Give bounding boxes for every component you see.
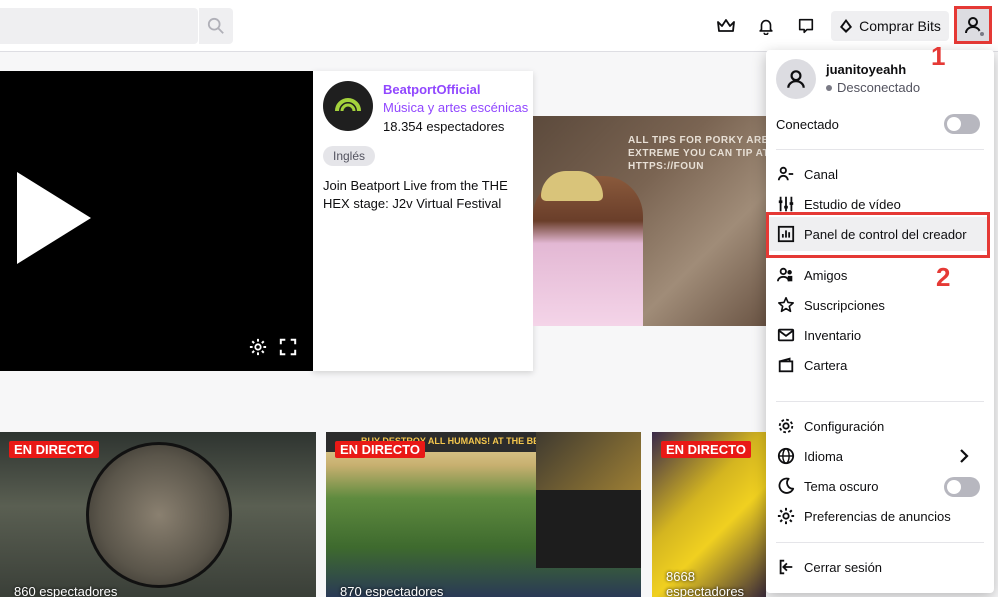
offline-status-dot: [978, 30, 986, 38]
menu-item-settings[interactable]: Configuración: [776, 412, 984, 440]
wallet-icon: [776, 355, 796, 375]
carousel-side-thumbnail[interactable]: ALL TIPS FOR PORKY ARE EXTREME YOU CAN T…: [533, 116, 766, 326]
star-icon: [776, 295, 796, 315]
featured-channel-info: BeatportOfficial Música y artes escénica…: [313, 71, 533, 371]
live-badge: EN DIRECTO: [661, 441, 751, 458]
menu-username: juanitoyeahh: [826, 62, 907, 77]
menu-item-language[interactable]: Idioma: [776, 442, 984, 470]
category-link[interactable]: Música y artes escénicas: [383, 100, 528, 115]
menu-item-label: Canal: [804, 166, 838, 182]
user-avatar-icon: [787, 70, 805, 88]
menu-item-label: Preferencias de anuncios: [804, 508, 951, 524]
menu-item-label: Cartera: [804, 357, 848, 373]
friends-icon: [776, 265, 796, 285]
search-button[interactable]: [199, 8, 233, 44]
menu-item-subscriptions[interactable]: Suscripciones: [776, 291, 984, 319]
language-tag[interactable]: Inglés: [323, 146, 376, 166]
user-menu-button[interactable]: [954, 6, 992, 44]
menu-item-label: Cerrar sesión: [804, 559, 883, 575]
menu-divider: [776, 149, 984, 150]
stream-description: Join Beatport Live from the THE HEX stag…: [323, 178, 508, 211]
menu-item-label: Configuración: [804, 418, 885, 434]
channel-logo[interactable]: [323, 81, 373, 131]
game-info-panel: [536, 490, 641, 568]
menu-status: Desconectado: [826, 80, 920, 95]
status-dot: [826, 84, 832, 91]
chat-bubble-icon: [798, 18, 814, 34]
player-settings-button[interactable]: [248, 337, 268, 357]
buy-bits-button[interactable]: Comprar Bits: [831, 11, 949, 41]
search-input[interactable]: [0, 8, 198, 44]
prime-crown-button[interactable]: [711, 12, 741, 40]
menu-item-wallet[interactable]: Cartera: [776, 351, 984, 379]
crown-icon: [717, 19, 735, 32]
notifications-button[interactable]: [751, 12, 781, 40]
status-text: Desconectado: [837, 80, 921, 95]
live-stream-card[interactable]: BUY DESTROY ALL HUMANS! AT THE BEST PRIC…: [326, 432, 641, 597]
fullscreen-icon: [279, 338, 297, 356]
moon-icon: [776, 476, 796, 496]
channel-icon: [776, 164, 796, 184]
user-dropdown-menu: juanitoyeahh Desconectado Conectado Cana…: [766, 50, 994, 593]
bell-icon: [759, 19, 773, 35]
menu-divider: [776, 542, 984, 543]
bits-gem-icon: [840, 19, 853, 33]
menu-item-label: Amigos: [804, 267, 848, 283]
menu-avatar: [776, 59, 816, 99]
search-box: [0, 8, 198, 44]
gear-icon: [249, 338, 267, 356]
game-box-art: [536, 432, 641, 490]
annotation-step-1: 1: [931, 41, 946, 71]
play-icon[interactable]: [17, 172, 91, 264]
live-badge: EN DIRECTO: [335, 441, 425, 458]
menu-item-label: Estudio de vídeo: [804, 196, 901, 212]
logout-icon: [776, 557, 796, 577]
video-studio-icon: [776, 194, 796, 214]
live-stream-card[interactable]: EN DIRECTO 8668 espectadores: [652, 432, 766, 597]
online-status-toggle[interactable]: [944, 114, 980, 134]
menu-item-ad-preferences[interactable]: Preferencias de anuncios: [776, 502, 984, 530]
viewer-count: 18.354 espectadores: [383, 119, 505, 134]
inventory-icon: [776, 325, 796, 345]
fullscreen-button[interactable]: [278, 337, 298, 357]
live-badge: EN DIRECTO: [9, 441, 99, 458]
menu-divider: [776, 401, 984, 402]
chevron-right-icon: [960, 449, 969, 463]
card-viewer-count: 860 espectadores: [14, 584, 118, 597]
menu-item-label: Suscripciones: [804, 297, 885, 313]
connected-label: Conectado: [776, 116, 839, 132]
channel-name-link[interactable]: BeatportOfficial: [383, 82, 481, 97]
beatport-logo-icon: [335, 98, 361, 112]
annotation-step-2: 2: [936, 262, 951, 292]
stream-overlay-text: ALL TIPS FOR PORKY ARE EXTREME YOU CAN T…: [628, 135, 766, 172]
card-viewer-count: 8668 espectadores: [666, 569, 745, 597]
dark-theme-toggle[interactable]: [944, 477, 980, 497]
card-viewer-count: 870 espectadores: [340, 584, 444, 597]
top-navigation-bar: Comprar Bits: [0, 0, 998, 52]
live-stream-card[interactable]: EN DIRECTO 860 espectadores: [0, 432, 316, 597]
menu-item-friends[interactable]: Amigos: [776, 261, 984, 289]
ad-preferences-icon: [776, 506, 796, 526]
globe-icon: [776, 446, 796, 466]
menu-item-label: Tema oscuro: [804, 478, 879, 494]
whispers-button[interactable]: [791, 12, 821, 40]
menu-item-inventory[interactable]: Inventario: [776, 321, 984, 349]
search-icon: [207, 17, 224, 34]
gear-icon: [776, 416, 796, 436]
menu-item-label: Inventario: [804, 327, 862, 343]
menu-item-canal[interactable]: Canal: [776, 160, 984, 188]
game-scope-image: [86, 442, 232, 588]
featured-video-player[interactable]: [0, 71, 313, 371]
menu-item-logout[interactable]: Cerrar sesión: [776, 553, 984, 581]
menu-item-label: Idioma: [804, 448, 844, 464]
buy-bits-label: Comprar Bits: [859, 18, 941, 34]
annotation-highlight-box: [766, 212, 990, 258]
